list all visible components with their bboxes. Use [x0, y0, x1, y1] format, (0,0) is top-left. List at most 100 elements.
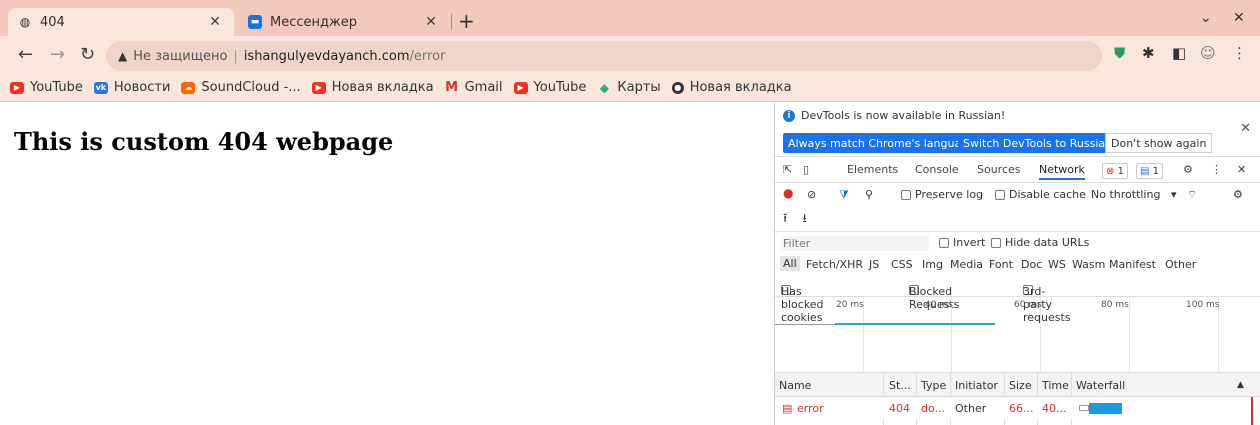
invert-checkbox[interactable]: Invert: [939, 236, 985, 249]
address-divider: |: [233, 48, 238, 64]
tab-sources[interactable]: Sources: [977, 163, 1021, 176]
sidebar-icon[interactable]: ◧: [1172, 44, 1186, 62]
new-tab-button[interactable]: +: [458, 9, 475, 33]
close-devtools-icon[interactable]: ✕: [1237, 163, 1246, 176]
avatar[interactable]: ☺: [1200, 44, 1216, 62]
document-icon: ▤: [782, 402, 793, 415]
preserve-log-checkbox[interactable]: Preserve log: [901, 188, 983, 201]
device-toggle-icon[interactable]: ▯: [803, 163, 809, 176]
warning-icon: ▲: [118, 49, 128, 63]
type-js[interactable]: JS: [869, 258, 879, 271]
type-media[interactable]: Media: [950, 258, 983, 271]
shield-extension-icon[interactable]: ⛊: [1114, 44, 1125, 62]
error-count-badge[interactable]: ⊗ 1: [1102, 163, 1128, 179]
type-font[interactable]: Font: [989, 258, 1013, 271]
type-other[interactable]: Other: [1165, 258, 1196, 271]
import-har-icon[interactable]: ⭱: [783, 211, 787, 225]
bookmark-label: Gmail: [464, 80, 503, 95]
bookmark-news[interactable]: vk Новости: [93, 80, 170, 95]
close-infobar-icon[interactable]: ✕: [1240, 121, 1251, 136]
settings-gear-icon[interactable]: ⚙: [1183, 163, 1193, 176]
timeline-label: 100 ms: [1186, 300, 1220, 310]
menu-kebab-icon[interactable]: ⋮: [1232, 44, 1247, 62]
bookmark-label: Новая вкладка: [689, 80, 792, 95]
column-time[interactable]: Time: [1042, 379, 1069, 392]
close-tab-icon[interactable]: ✕: [206, 14, 224, 30]
tab-404[interactable]: ◍ 404 ✕: [8, 8, 234, 36]
resource-type-filters: All Fetch/XHR JS CSS Img Media Font Doc …: [775, 253, 1260, 275]
back-icon[interactable]: ←: [18, 44, 33, 65]
type-doc[interactable]: Doc: [1021, 258, 1042, 271]
type-ws[interactable]: WS: [1048, 258, 1066, 271]
bookmark-soundcloud[interactable]: ☁ SoundCloud -...: [181, 80, 301, 95]
close-tab-icon[interactable]: ✕: [422, 14, 440, 30]
preserve-log-label: Preserve log: [915, 188, 984, 201]
type-css[interactable]: CSS: [891, 258, 913, 271]
filter-funnel-icon[interactable]: ⧩: [839, 188, 849, 202]
waterfall-download-bar: [1089, 403, 1122, 414]
bookmark-youtube[interactable]: ▶ YouTube: [10, 80, 83, 95]
type-wasm[interactable]: Wasm: [1072, 258, 1105, 271]
type-img[interactable]: Img: [922, 258, 943, 271]
devtools-panel: i DevTools is now available in Russian! …: [774, 103, 1260, 425]
column-type[interactable]: Type: [921, 379, 946, 392]
page-heading: This is custom 404 webpage: [14, 127, 394, 156]
clear-icon[interactable]: ⊘: [807, 188, 816, 201]
bookmark-gmail[interactable]: M Gmail: [445, 80, 503, 95]
bookmark-new-tab-2[interactable]: ● Новая вкладка: [671, 80, 792, 95]
search-icon[interactable]: ⚲: [865, 188, 873, 201]
column-status[interactable]: St...: [889, 379, 911, 392]
switch-language-button[interactable]: Switch DevTools to Russian: [958, 133, 1118, 153]
tab-messenger[interactable]: ▬ Мессенджер ✕: [238, 8, 450, 36]
timeline-gridline: [1129, 297, 1130, 373]
type-fetch-xhr[interactable]: Fetch/XHR: [806, 258, 863, 271]
bookmark-new-tab[interactable]: ▶ Новая вкладка: [311, 80, 434, 95]
tab-console[interactable]: Console: [915, 163, 959, 176]
network-settings-icon[interactable]: ⚙: [1233, 188, 1243, 201]
sort-arrow-icon[interactable]: ▲: [1237, 380, 1244, 390]
requests-table-header: Name St... Type Initiator Size Time Wate…: [775, 373, 1260, 397]
infobar-message: i DevTools is now available in Russian!: [783, 109, 1005, 122]
timeline-request-bar: [835, 323, 995, 325]
request-name: error: [797, 402, 824, 415]
address-bar[interactable]: ▲ Не защищено | ishangulyevdayanch.com /…: [106, 41, 1102, 71]
disable-cache-checkbox[interactable]: Disable cache: [995, 188, 1086, 201]
throttling-select[interactable]: No throttling ▾: [1091, 188, 1176, 201]
type-all[interactable]: All: [780, 256, 800, 271]
network-overview-timeline[interactable]: 20 ms 40 ms 60 ms 80 ms 100 ms: [775, 297, 1260, 373]
column-initiator[interactable]: Initiator: [955, 379, 998, 392]
tab-elements[interactable]: Elements: [847, 163, 898, 176]
tab-search-icon[interactable]: ⌄: [1200, 10, 1212, 26]
inspect-icon[interactable]: ⇱: [783, 163, 792, 176]
reload-icon[interactable]: ↻: [80, 44, 95, 65]
bookmark-youtube-2[interactable]: ▶ YouTube: [513, 80, 586, 95]
match-language-button[interactable]: Always match Chrome's language: [783, 133, 980, 153]
bookmark-maps[interactable]: ◆ Карты: [597, 80, 661, 95]
column-name[interactable]: Name: [779, 379, 811, 392]
tab-network[interactable]: Network: [1039, 163, 1085, 180]
hide-data-urls-checkbox[interactable]: Hide data URLs: [991, 236, 1089, 249]
filter-row: Filter Invert Hide data URLs: [775, 231, 1260, 253]
error-count: 1: [1117, 165, 1124, 177]
waterfall-queue-bar: [1079, 405, 1089, 411]
type-manifest[interactable]: Manifest: [1109, 258, 1156, 271]
message-count-badge[interactable]: ▤ 1: [1136, 163, 1164, 179]
extensions-puzzle-icon[interactable]: ✱: [1142, 44, 1155, 62]
forward-icon[interactable]: →: [50, 44, 65, 65]
request-initiator: Other: [955, 402, 987, 415]
filter-input[interactable]: Filter: [781, 236, 929, 251]
chat-icon: ▬: [248, 15, 262, 29]
import-export-row: ⭱ ⭳: [783, 209, 807, 230]
column-size[interactable]: Size: [1009, 379, 1032, 392]
more-options-icon[interactable]: ⋮: [1211, 163, 1222, 176]
close-window-button[interactable]: ✕: [1233, 10, 1245, 26]
table-row[interactable]: ▤ error 404 do... Other 66... 40...: [775, 397, 1260, 419]
tab-strip: ◍ 404 ✕ ▬ Мессенджер ✕ + ⌄ ✕: [0, 0, 1260, 36]
network-conditions-icon[interactable]: ⌔: [1187, 188, 1197, 202]
request-type: do...: [921, 402, 946, 415]
dont-show-again-button[interactable]: Don't show again: [1105, 133, 1213, 153]
record-icon[interactable]: ●: [783, 186, 793, 200]
url-path: /error: [409, 48, 446, 64]
column-waterfall[interactable]: Waterfall: [1076, 379, 1125, 392]
export-har-icon[interactable]: ⭳: [802, 211, 806, 225]
